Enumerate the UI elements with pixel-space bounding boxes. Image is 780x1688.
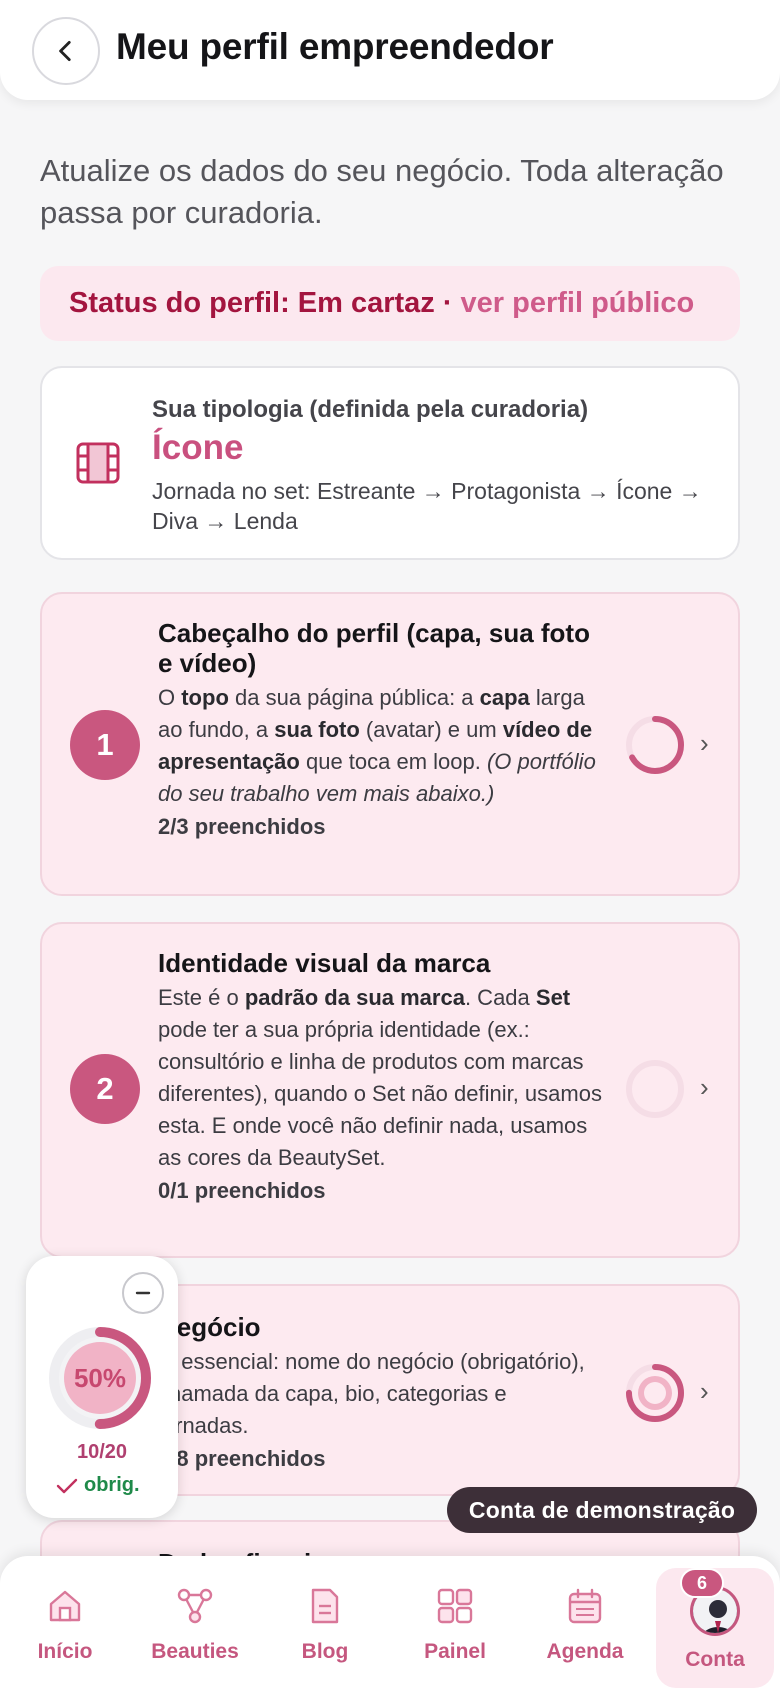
step-progress-ring: [626, 716, 684, 774]
chevron-right-icon: ›: [700, 1376, 709, 1406]
step-card-brand-identity[interactable]: 2 Identidade visual da marca Este é o pa…: [40, 922, 740, 1258]
step-number: 1: [70, 710, 140, 780]
step-progress-ring: [626, 1364, 684, 1422]
step-title: Identidade visual da marca: [158, 948, 491, 978]
back-button[interactable]: [32, 17, 100, 85]
nav-label: Beauties: [151, 1640, 239, 1663]
public-profile-link[interactable]: ver perfil público: [461, 287, 695, 320]
nav-label: Blog: [301, 1640, 349, 1663]
step-number: 2: [70, 1054, 140, 1124]
nav-label: Conta: [685, 1648, 745, 1671]
step-title: Negócio: [158, 1312, 261, 1342]
step-progress-ring: [626, 1060, 684, 1118]
step-title: Cabeçalho do perfil (capa, sua foto e ví…: [158, 618, 590, 678]
step-fill-count: 2/3 preenchidos: [158, 814, 326, 839]
nav-item-blog[interactable]: Blog: [260, 1556, 390, 1688]
bottom-navigation: Início Beauties Blog Painel Agenda Conta…: [0, 1556, 780, 1688]
step-fill-count: 0/1 preenchidos: [158, 1178, 326, 1203]
typology-journey: Jornada no set: Estreante → Protagonista…: [152, 478, 702, 534]
nav-label: Painel: [424, 1640, 486, 1663]
minus-icon: [135, 1291, 151, 1295]
step-description: O topo da sua página pública: a capa lar…: [158, 685, 596, 806]
chevron-right-icon: ›: [700, 1072, 709, 1102]
nav-item-painel[interactable]: Painel: [390, 1556, 520, 1688]
network-icon: [177, 1588, 213, 1624]
page-title: Meu perfil empreendedor: [116, 26, 554, 67]
demo-account-toast: Conta de demonstração: [447, 1487, 757, 1533]
nav-item-agenda[interactable]: Agenda: [520, 1556, 650, 1688]
mandatory-indicator: obrig.: [56, 1474, 140, 1497]
nav-item-inicio[interactable]: Início: [0, 1556, 130, 1688]
minimize-button[interactable]: [122, 1272, 164, 1314]
grid-icon: [437, 1588, 473, 1624]
chevron-left-icon: [59, 40, 71, 62]
calendar-icon: [568, 1588, 602, 1624]
step-fill-count: 6/8 preenchidos: [158, 1446, 326, 1471]
step-description: O essencial: nome do negócio (obrigatóri…: [158, 1349, 585, 1438]
overall-progress-widget[interactable]: 50% 10/20 obrig.: [26, 1256, 178, 1518]
overall-progress-count: 10/20: [76, 1441, 128, 1463]
typology-caption: Sua tipologia (definida pela curadoria): [152, 396, 589, 423]
check-icon: [56, 1478, 78, 1493]
typology-value: Ícone: [152, 428, 244, 467]
typology-card: Sua tipologia (definida pela curadoria) …: [40, 366, 740, 560]
step-card-header[interactable]: 1 Cabeçalho do perfil (capa, sua foto e …: [40, 592, 740, 896]
chevron-right-icon: ›: [700, 728, 709, 758]
notification-badge: 6: [680, 1568, 724, 1598]
profile-status-banner: Status do perfil: Em cartaz · ver perfil…: [40, 266, 740, 341]
header-bar: Meu perfil empreendedor: [0, 0, 780, 100]
nav-label: Agenda: [546, 1640, 624, 1663]
home-icon: [49, 1590, 81, 1622]
nav-label: Início: [37, 1640, 93, 1663]
document-icon: [311, 1588, 339, 1624]
overall-progress-percent: 50%: [73, 1362, 127, 1393]
nav-item-beauties[interactable]: Beauties: [130, 1556, 260, 1688]
intro-text: Atualize os dados do seu negócio. Toda a…: [40, 153, 724, 230]
film-icon: [76, 442, 120, 484]
status-label: Status do perfil: Em cartaz ·: [69, 287, 453, 319]
step-description: Este é o padrão da sua marca. Cada Set p…: [158, 985, 602, 1170]
